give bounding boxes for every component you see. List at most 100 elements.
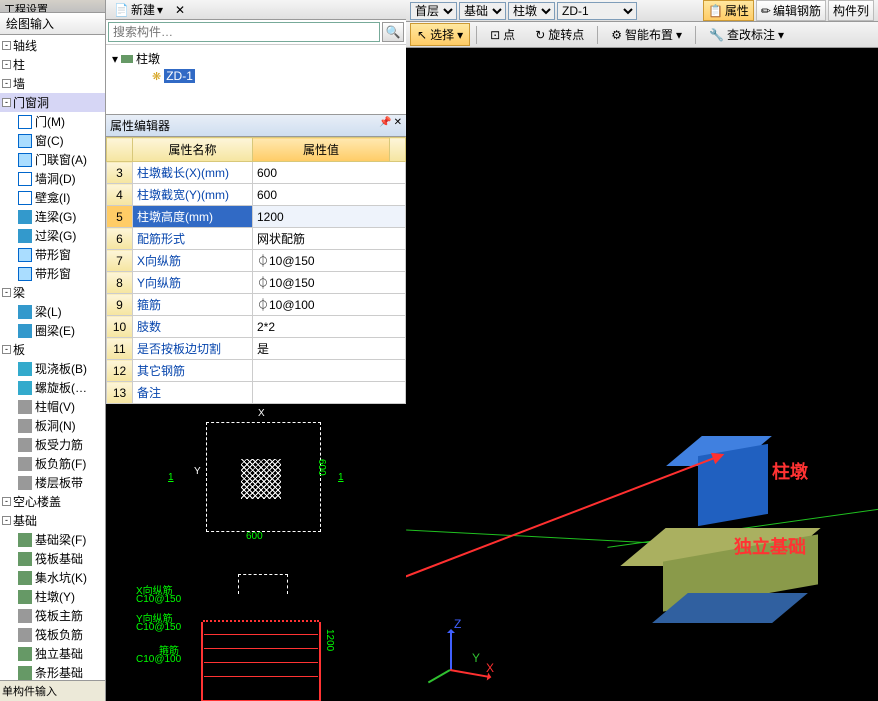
tree-item[interactable]: 墙洞(D) [0, 169, 105, 188]
expand-icon[interactable]: - [2, 497, 11, 506]
tree-item[interactable]: 过梁(G) [0, 226, 105, 245]
tree-child-label[interactable]: ZD-1 [164, 69, 195, 83]
tree-item[interactable]: 楼层板带 [0, 473, 105, 492]
close-button[interactable]: ✕ [171, 2, 189, 18]
pier-front-face [698, 444, 768, 526]
property-row[interactable]: 10肢数2*2 [107, 316, 406, 338]
component-select[interactable]: ZD-1 [557, 2, 637, 20]
tree-item[interactable]: 集水坑(K) [0, 568, 105, 587]
tree-group[interactable]: -梁 [0, 283, 105, 302]
floor-select[interactable]: 首层 [410, 2, 457, 20]
close-icon[interactable]: ✕ [394, 117, 402, 134]
tree-group[interactable]: -门窗洞 [0, 93, 105, 112]
component-tree[interactable]: -轴线-柱-墙-门窗洞门(M)窗(C)门联窗(A)墙洞(D)壁龛(I)连梁(G)… [0, 35, 105, 680]
row-value[interactable]: 2*2 [253, 316, 406, 338]
tree-item[interactable]: 壁龛(I) [0, 188, 105, 207]
expand-icon[interactable]: - [2, 516, 11, 525]
expand-icon[interactable]: ▾ [112, 52, 118, 66]
mid-toolbar: 📄 新建 ▾ ✕ [106, 0, 406, 20]
row-value[interactable]: ⏀10@150 [253, 250, 406, 272]
property-row[interactable]: 3柱墩截长(X)(mm)600 [107, 162, 406, 184]
expand-icon[interactable]: - [2, 98, 11, 107]
expand-icon[interactable]: - [2, 60, 11, 69]
pin-icon[interactable]: 📌 [379, 117, 391, 134]
instance-tree[interactable]: ▾柱墩 ❋ZD-1 [106, 45, 406, 115]
row-value[interactable]: 是 [253, 338, 406, 360]
tree-item[interactable]: 柱帽(V) [0, 397, 105, 416]
sect-mark-1r: 1 [338, 472, 344, 483]
expand-icon[interactable]: - [2, 345, 11, 354]
tree-item[interactable]: 柱墩(Y) [0, 587, 105, 606]
tree-item[interactable]: 基础梁(F) [0, 530, 105, 549]
tree-item[interactable]: 梁(L) [0, 302, 105, 321]
section-diagram[interactable]: X Y 600 600 1 1 X向纵筋 C10@150 Y向纵筋 C10@15… [106, 404, 406, 701]
property-table[interactable]: 属性名称 属性值 3柱墩截长(X)(mm)6004柱墩截宽(Y)(mm)6005… [106, 137, 406, 404]
tree-item[interactable]: 带形窗 [0, 264, 105, 283]
property-button[interactable]: 📋 属性 [703, 0, 754, 21]
tree-group[interactable]: -空心楼盖 [0, 492, 105, 511]
property-row[interactable]: 13备注 [107, 382, 406, 404]
tree-group[interactable]: -墙 [0, 74, 105, 93]
sidebar-tab[interactable]: 绘图输入 [0, 13, 105, 35]
property-row[interactable]: 11是否按板边切割是 [107, 338, 406, 360]
smart-layout-tool[interactable]: ⚙ 智能布置 ▾ [604, 23, 689, 46]
tree-item[interactable]: 连梁(G) [0, 207, 105, 226]
edit-rebar-button[interactable]: ✏ 编辑钢筋 [756, 0, 826, 21]
row-value[interactable]: 600 [253, 184, 406, 206]
component-list-button[interactable]: 构件列 [828, 0, 874, 21]
expand-icon[interactable]: - [2, 288, 11, 297]
group-label: 柱 [13, 56, 25, 73]
new-button[interactable]: 📄 新建 ▾ [110, 0, 167, 19]
tree-item[interactable]: 门(M) [0, 112, 105, 131]
tree-item[interactable]: 独立基础 [0, 644, 105, 663]
property-row[interactable]: 7X向纵筋⏀10@150 [107, 250, 406, 272]
tree-item[interactable]: 螺旋板(… [0, 378, 105, 397]
tree-item[interactable]: 筏板主筋 [0, 606, 105, 625]
property-row[interactable]: 4柱墩截宽(Y)(mm)600 [107, 184, 406, 206]
row-value[interactable] [253, 360, 406, 382]
subcategory-select[interactable]: 柱墩 [508, 2, 555, 20]
expand-icon[interactable]: - [2, 79, 11, 88]
row-value[interactable]: 1200 [253, 206, 406, 228]
bottom-tab[interactable]: 单构件输入 [0, 680, 105, 701]
row-value[interactable]: 600 [253, 162, 406, 184]
property-row[interactable]: 5柱墩高度(mm)1200 [107, 206, 406, 228]
row-value[interactable]: 网状配筋 [253, 228, 406, 250]
tree-item[interactable]: 窗(C) [0, 131, 105, 150]
tree-group[interactable]: -柱 [0, 55, 105, 74]
tree-item[interactable]: 筏板基础 [0, 549, 105, 568]
category-select[interactable]: 基础 [459, 2, 506, 20]
tree-item[interactable]: 门联窗(A) [0, 150, 105, 169]
rotate-point-tool[interactable]: ↻ 旋转点 [528, 23, 591, 46]
tree-item[interactable]: 板洞(N) [0, 416, 105, 435]
tree-root-label[interactable]: 柱墩 [136, 50, 160, 67]
tree-item[interactable]: 板负筋(F) [0, 454, 105, 473]
search-button[interactable]: 🔍 [382, 22, 404, 42]
row-name: 肢数 [133, 316, 253, 338]
select-tool[interactable]: ↖ 选择 ▾ [410, 23, 470, 46]
tree-item[interactable]: 圈梁(E) [0, 321, 105, 340]
property-row[interactable]: 12其它钢筋 [107, 360, 406, 382]
row-num: 11 [107, 338, 133, 360]
point-tool[interactable]: ⊡ 点 [483, 23, 522, 46]
expand-icon[interactable]: - [2, 41, 11, 50]
property-row[interactable]: 8Y向纵筋⏀10@150 [107, 272, 406, 294]
tree-item[interactable]: 带形窗 [0, 245, 105, 264]
row-value[interactable]: ⏀10@100 [253, 294, 406, 316]
item-icon [18, 647, 32, 661]
tree-group[interactable]: -板 [0, 340, 105, 359]
tree-group[interactable]: -基础 [0, 511, 105, 530]
tree-item[interactable]: 筏板负筋 [0, 625, 105, 644]
tree-item[interactable]: 条形基础 [0, 663, 105, 680]
tree-item[interactable]: 现浇板(B) [0, 359, 105, 378]
search-input[interactable] [108, 22, 380, 42]
3d-viewport[interactable]: 柱墩 独立基础 Z X Y [406, 48, 878, 701]
modify-annotation-tool[interactable]: 🔧 查改标注 ▾ [702, 23, 791, 46]
row-value[interactable]: ⏀10@150 [253, 272, 406, 294]
property-row[interactable]: 9箍筋⏀10@100 [107, 294, 406, 316]
tree-item[interactable]: 板受力筋 [0, 435, 105, 454]
row-value[interactable] [253, 382, 406, 404]
item-label: 筏板基础 [35, 550, 83, 567]
property-row[interactable]: 6配筋形式网状配筋 [107, 228, 406, 250]
tree-group[interactable]: -轴线 [0, 36, 105, 55]
